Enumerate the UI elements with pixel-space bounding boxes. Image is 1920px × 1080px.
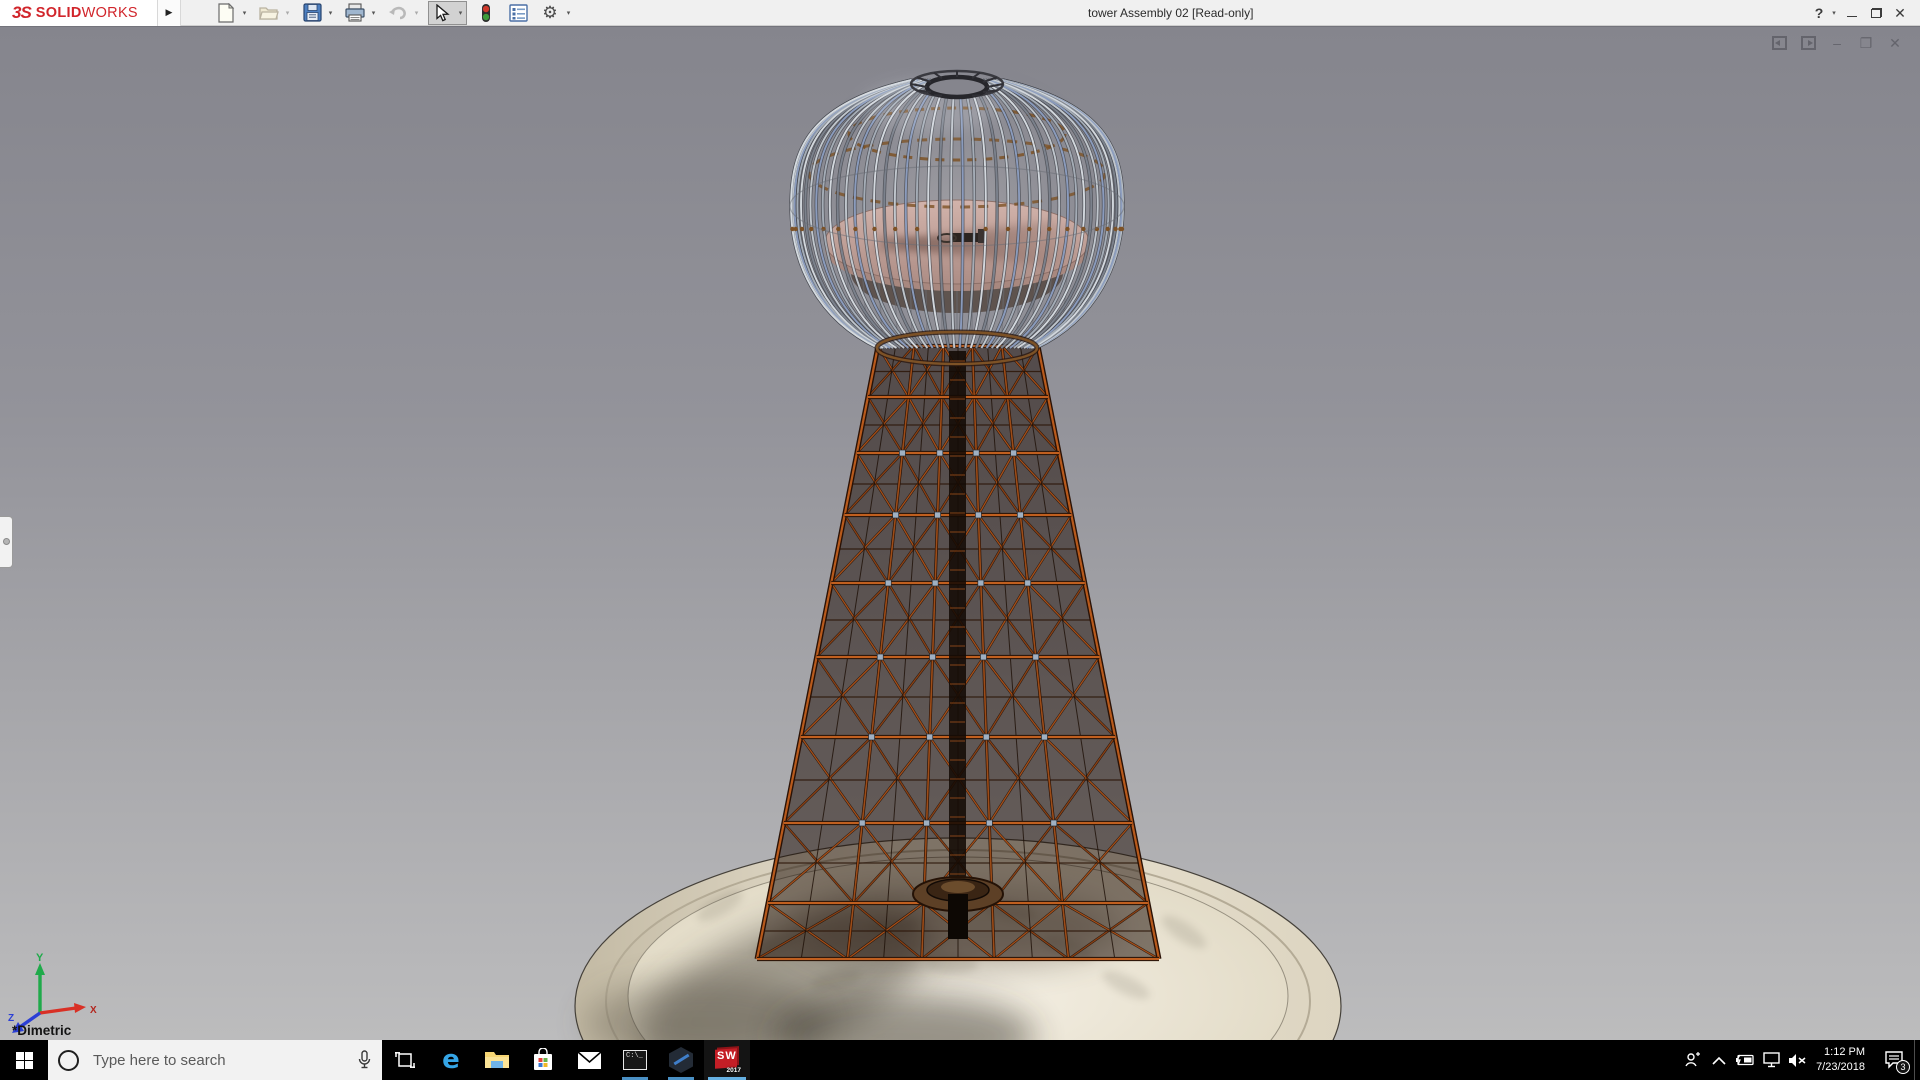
- restore-button[interactable]: [1864, 0, 1888, 26]
- notification-badge: 3: [1896, 1060, 1910, 1074]
- select-caret[interactable]: ▾: [455, 1, 466, 25]
- dome-cage: [789, 62, 1125, 367]
- taskbar-app-3d-viewer[interactable]: [658, 1040, 704, 1080]
- open-caret[interactable]: ▾: [282, 1, 293, 25]
- search-placeholder: Type here to search: [93, 1051, 226, 1069]
- help-caret[interactable]: ▾: [1828, 0, 1840, 26]
- taskbar-app-mail[interactable]: [566, 1040, 612, 1080]
- ds-logo-mark: 3S: [12, 2, 32, 22]
- taskbar-app-edge[interactable]: e: [428, 1040, 474, 1080]
- task-view-button[interactable]: [382, 1040, 428, 1080]
- hidden-icons-button[interactable]: [1706, 1040, 1732, 1080]
- save-button[interactable]: [299, 1, 325, 25]
- clock-date: 7/23/2018: [1816, 1061, 1865, 1073]
- undo-button[interactable]: [385, 1, 411, 25]
- minimize-icon: [1847, 16, 1857, 17]
- traffic-light-icon: [482, 3, 490, 22]
- people-button[interactable]: [1680, 1040, 1706, 1080]
- view-orientation-label: *Dimetric: [12, 1023, 72, 1038]
- new-document-button[interactable]: [213, 1, 239, 25]
- taskbar-search-input[interactable]: Type here to search: [48, 1040, 382, 1080]
- help-button[interactable]: ?: [1810, 0, 1828, 26]
- volume-muted-icon: [1788, 1053, 1806, 1067]
- clock-time: 1:12 PM: [1824, 1046, 1865, 1059]
- print-icon: [345, 3, 365, 22]
- pane-expand-handle: [3, 538, 10, 545]
- app-titlebar: 3S SOLID WORKS ▶ ▾ ▾ ▾ ▾ ▾ ▾ ⚙ ▾ tower A…: [0, 0, 1920, 26]
- restore-icon: [1870, 8, 1882, 18]
- close-button[interactable]: ✕: [1888, 0, 1912, 26]
- rebuild-traffic-light-button[interactable]: [473, 1, 499, 25]
- menu-flyout-button[interactable]: ▶: [157, 0, 181, 26]
- windows-taskbar: Type here to search e C:\_ SW 2017 1:12 …: [0, 1040, 1920, 1080]
- options-caret[interactable]: ▾: [563, 1, 574, 25]
- new-document-caret[interactable]: ▾: [239, 1, 250, 25]
- taskbar-app-command-prompt[interactable]: C:\_: [612, 1040, 658, 1080]
- open-folder-icon: [259, 6, 279, 20]
- start-button[interactable]: [0, 1040, 48, 1080]
- triad-x-label: X: [90, 1005, 97, 1016]
- minimize-button[interactable]: [1840, 0, 1864, 26]
- solidworks-2017-icon: SW 2017: [715, 1048, 741, 1074]
- open-button[interactable]: [256, 1, 282, 25]
- undo-icon: [389, 6, 406, 20]
- undo-caret[interactable]: ▾: [411, 1, 422, 25]
- action-center-button[interactable]: 3: [1874, 1040, 1914, 1080]
- doc-restore-button[interactable]: ❐: [1855, 33, 1877, 53]
- ethernet-icon: [1762, 1052, 1780, 1068]
- select-cursor-icon: [436, 3, 450, 21]
- select-tool-pressed: ▾: [428, 0, 467, 25]
- show-desktop-button[interactable]: [1914, 1040, 1920, 1080]
- taskbar-app-store[interactable]: [520, 1040, 566, 1080]
- document-window-controls: – ❐ ✕: [1768, 33, 1906, 53]
- new-document-icon: [218, 2, 235, 23]
- doc-close-button[interactable]: ✕: [1884, 33, 1906, 53]
- network-button[interactable]: [1758, 1040, 1784, 1080]
- brand-solid: SOLID: [35, 4, 82, 21]
- file-explorer-icon: [485, 1052, 509, 1068]
- brand-works: WORKS: [81, 4, 138, 21]
- print-caret[interactable]: ▾: [368, 1, 379, 25]
- prev-window-button[interactable]: [1768, 33, 1790, 53]
- solidworks-logo: 3S SOLID WORKS: [0, 0, 157, 26]
- microphone-icon[interactable]: [357, 1050, 372, 1070]
- feature-manager-collapsed-tab[interactable]: [0, 516, 13, 568]
- quick-access-toolbar: ▾ ▾ ▾ ▾ ▾ ▾ ⚙ ▾: [213, 0, 574, 26]
- save-caret[interactable]: ▾: [325, 1, 336, 25]
- options-button[interactable]: ⚙: [537, 1, 563, 25]
- document-title: tower Assembly 02 [Read-only]: [1088, 6, 1254, 20]
- taskbar-app-file-explorer[interactable]: [474, 1040, 520, 1080]
- battery-charging-icon: [1736, 1054, 1754, 1066]
- graphics-viewport[interactable]: – ❐ ✕ Y X Z *Dimetric: [0, 26, 1920, 1040]
- next-window-button[interactable]: [1797, 33, 1819, 53]
- model-viewport-canvas[interactable]: [0, 27, 1920, 1040]
- list-properties-icon: [508, 3, 528, 22]
- window-controls: ? ▾ ✕: [1810, 0, 1912, 26]
- system-tray: 1:12 PM 7/23/2018 3: [1680, 1040, 1920, 1080]
- cortana-icon: [58, 1049, 79, 1071]
- triad-y-label: Y: [36, 952, 44, 964]
- battery-button[interactable]: [1732, 1040, 1758, 1080]
- chevron-up-icon: [1712, 1056, 1726, 1065]
- mail-icon: [576, 1050, 602, 1069]
- feature-statistics-button[interactable]: [505, 1, 531, 25]
- gear-icon: ⚙: [542, 3, 558, 22]
- hexagon-3d-app-icon: [669, 1047, 693, 1073]
- edge-icon: e: [442, 1045, 460, 1075]
- people-icon: [1685, 1052, 1701, 1067]
- store-icon: [534, 1048, 552, 1070]
- tower-model: [754, 343, 1162, 962]
- clock[interactable]: 1:12 PM 7/23/2018: [1816, 1045, 1865, 1075]
- doc-minimize-button[interactable]: –: [1826, 33, 1848, 53]
- windows-logo-icon: [15, 1051, 33, 1069]
- save-floppy-icon: [302, 3, 322, 22]
- command-prompt-icon: C:\_: [623, 1050, 647, 1070]
- task-view-icon: [395, 1052, 415, 1068]
- select-button[interactable]: [429, 1, 455, 25]
- taskbar-app-solidworks[interactable]: SW 2017: [704, 1040, 750, 1080]
- volume-button[interactable]: [1784, 1040, 1810, 1080]
- print-button[interactable]: [342, 1, 368, 25]
